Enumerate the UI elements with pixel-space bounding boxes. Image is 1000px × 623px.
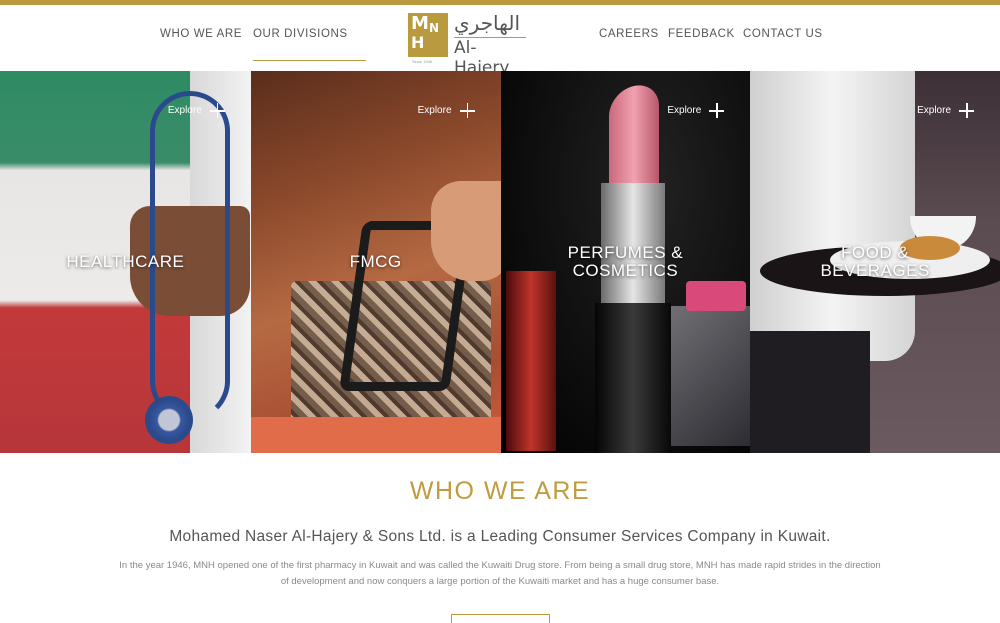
logo-monogram: M N H	[408, 13, 448, 57]
explore-link[interactable]: Explore	[667, 103, 725, 118]
nav-our-divisions[interactable]: OUR DIVISIONS	[253, 28, 348, 40]
division-title: FOOD & BEVERAGES	[820, 243, 930, 280]
nav-contact-us[interactable]: CONTACT US	[743, 28, 823, 40]
division-title: PERFUMES & COSMETICS	[567, 243, 684, 280]
logo-since: Since 1946	[412, 59, 433, 64]
division-fmcg[interactable]: Explore FMCG	[250, 71, 501, 453]
division-perfumes-cosmetics[interactable]: Explore PERFUMES & COSMETICS	[500, 71, 751, 453]
division-food-beverages[interactable]: Explore FOOD & BEVERAGES	[750, 71, 1000, 453]
explore-link[interactable]: Explore	[418, 103, 475, 118]
about-section: WHO WE ARE Mohamed Naser Al-Hajery & Son…	[0, 453, 1000, 623]
company-logo[interactable]: M N H الهاجري Al-Hajery Since 1946	[408, 11, 530, 78]
plus-icon	[209, 103, 225, 118]
nav-who-we-are[interactable]: WHO WE ARE	[160, 28, 242, 40]
division-healthcare[interactable]: Explore HEALTHCARE	[0, 71, 251, 453]
explore-link[interactable]: Explore	[168, 103, 225, 118]
plus-icon	[709, 103, 725, 118]
active-nav-underline	[253, 60, 366, 61]
explore-link[interactable]: Explore	[917, 103, 974, 118]
divisions-grid: Explore HEALTHCARE Explore FMCG Explore	[0, 71, 1000, 453]
nav-feedback[interactable]: FEEDBACK	[668, 28, 735, 40]
plus-icon	[959, 103, 974, 118]
logo-arabic-text: الهاجري	[454, 11, 521, 35]
about-lead: Mohamed Naser Al-Hajery & Sons Ltd. is a…	[169, 528, 831, 545]
site-header: WHO WE ARE OUR DIVISIONS M N H الهاجري A…	[0, 5, 1000, 78]
about-body: In the year 1946, MNH opened one of the …	[119, 560, 881, 587]
division-title: FMCG	[349, 252, 402, 271]
division-title: HEALTHCARE	[66, 252, 185, 271]
read-more-button[interactable]	[451, 614, 550, 623]
nav-careers[interactable]: CAREERS	[599, 28, 659, 40]
section-heading: WHO WE ARE	[409, 477, 591, 505]
plus-icon	[459, 103, 475, 118]
